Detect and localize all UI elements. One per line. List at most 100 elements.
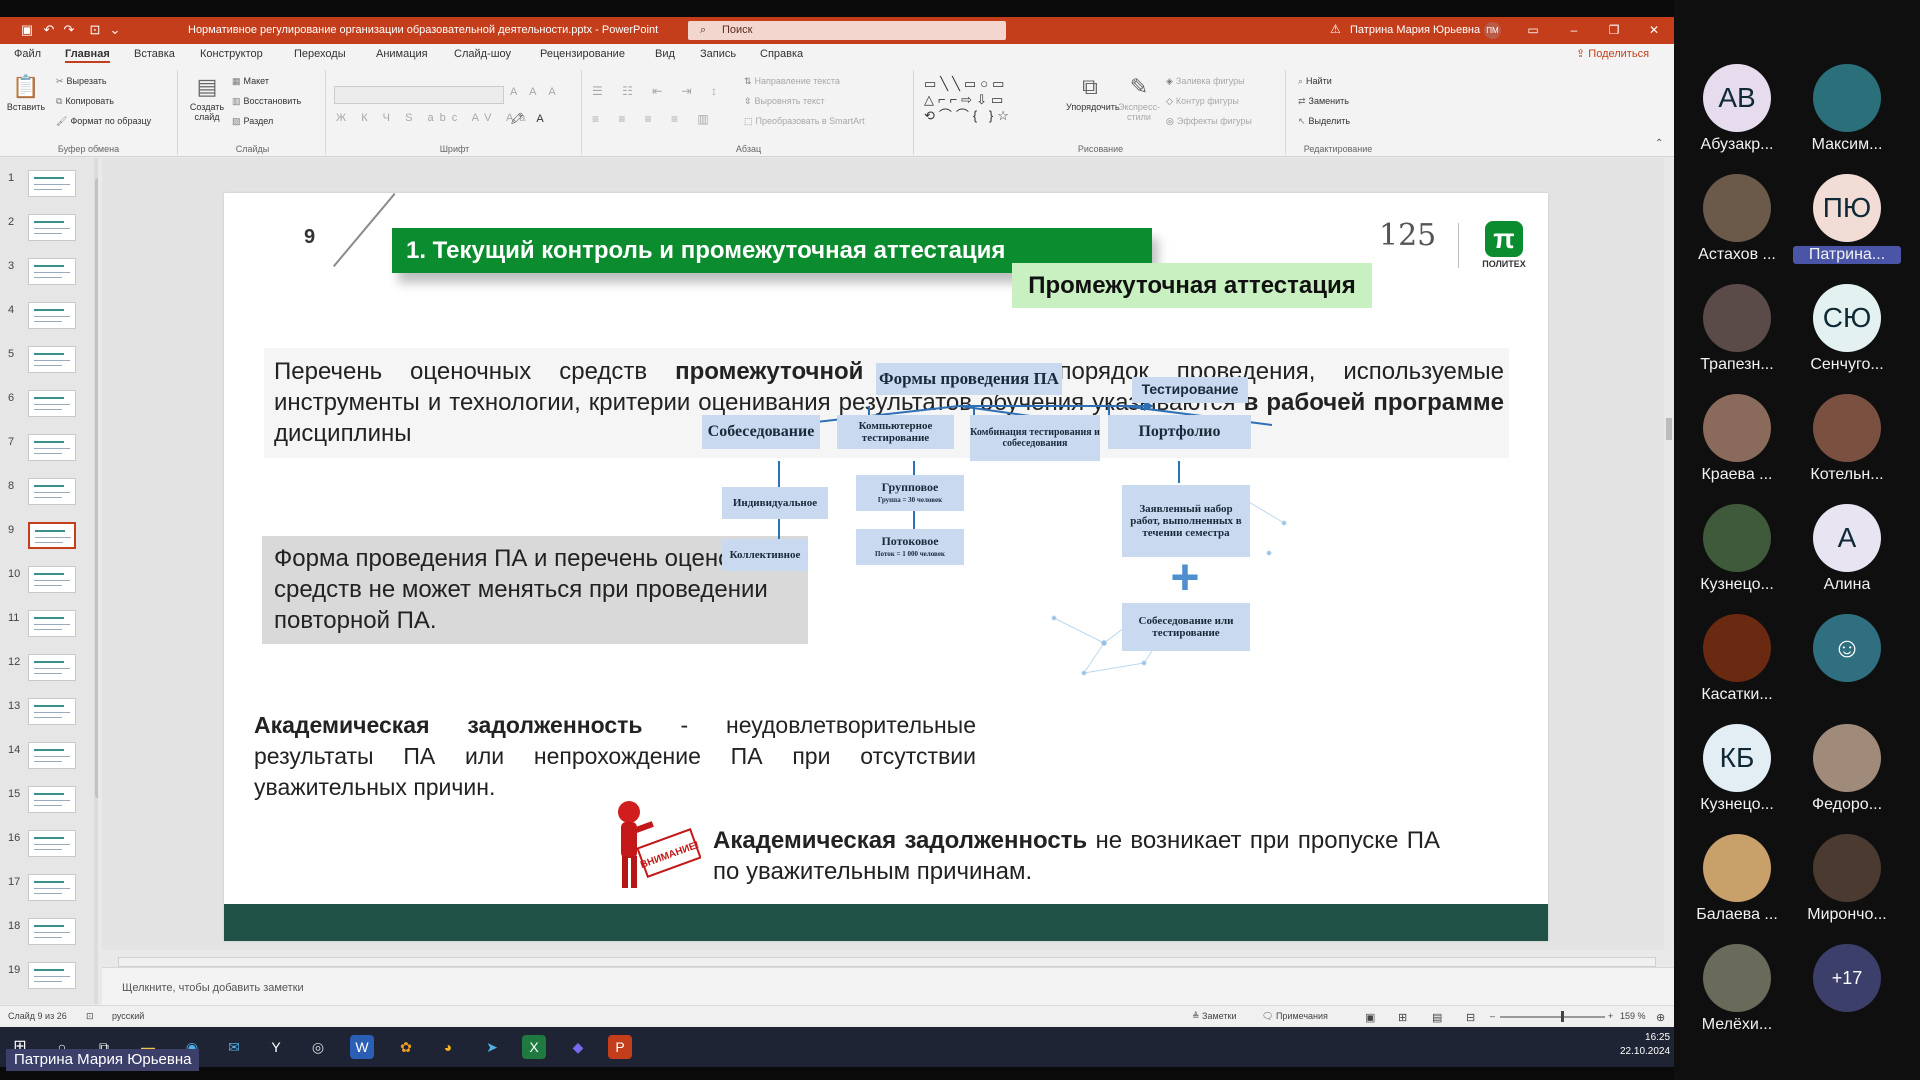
replace-button[interactable]: ⇄ Заменить xyxy=(1298,96,1349,107)
participant-tile[interactable]: ПЮ Патрина... xyxy=(1785,164,1901,274)
notes-toggle[interactable]: ≜ Заметки xyxy=(1192,1011,1236,1022)
participant-tile[interactable]: СЮ Сенчуго... xyxy=(1785,274,1895,384)
excel-icon[interactable]: X xyxy=(522,1035,546,1059)
thumbnail-scrollbar[interactable] xyxy=(94,158,98,1004)
slideshow-view-icon[interactable]: ⊟ xyxy=(1466,1011,1475,1024)
minimize-icon[interactable]: – xyxy=(1564,21,1584,39)
paint-icon[interactable]: ✿ xyxy=(394,1035,418,1059)
participant-tile[interactable]: Трапезн... xyxy=(1675,274,1785,384)
participant-tile[interactable]: ☺ xyxy=(1785,604,1895,714)
slide-thumbnail[interactable] xyxy=(28,434,76,461)
paragraph-no-debt[interactable]: Академическая задолженность не возникает… xyxy=(713,825,1440,887)
participant-tile[interactable]: +17 xyxy=(1785,934,1895,1044)
yandex-icon[interactable]: Y xyxy=(264,1035,288,1059)
copy-button[interactable]: ⧉ Копировать xyxy=(56,96,114,107)
paste-button[interactable]: 📋 Вставить xyxy=(6,74,46,112)
participant-tile[interactable]: АВ Абузакр... xyxy=(1675,54,1785,164)
slide-thumbnail[interactable] xyxy=(28,962,76,989)
tab-slideshow[interactable]: Слайд-шоу xyxy=(454,48,511,60)
present-icon[interactable]: ⊡ xyxy=(88,23,102,37)
slide-thumbnail[interactable] xyxy=(28,346,76,373)
participant-tile[interactable]: Астахов ... xyxy=(1675,164,1785,274)
warning-icon[interactable]: ⚠ xyxy=(1330,22,1341,36)
slide-thumbnail[interactable] xyxy=(28,258,76,285)
undo-icon[interactable]: ↶ xyxy=(42,23,56,37)
thumbnail-scroll-thumb[interactable] xyxy=(95,178,98,798)
slide-thumbnail[interactable] xyxy=(28,478,76,505)
fit-slide-icon[interactable]: ⊕ xyxy=(1656,1011,1665,1024)
list-buttons[interactable]: ☰ ☷ ⇤ ⇥ ↕ xyxy=(592,84,725,98)
search-input[interactable]: ⌕ Поиск xyxy=(688,21,1006,40)
shape-effects-button[interactable]: ◎ Эффекты фигуры xyxy=(1166,116,1252,127)
save-icon[interactable]: ▣ xyxy=(20,23,34,37)
collapse-ribbon-icon[interactable]: ⌃ xyxy=(1655,138,1663,149)
slide-thumbnail[interactable] xyxy=(28,214,76,241)
font-style-buttons[interactable]: Ж К Ч S abc AV Aa xyxy=(336,112,531,124)
slide-thumbnail[interactable] xyxy=(28,918,76,945)
app-icon[interactable]: ◎ xyxy=(306,1035,330,1059)
tab-file[interactable]: Файл xyxy=(14,48,41,60)
participant-tile[interactable]: Краева ... xyxy=(1675,384,1785,494)
smartart-button[interactable]: ⬚ Преобразовать в SmartArt xyxy=(744,116,865,127)
align-buttons[interactable]: ≡ ≡ ≡ ≡ ▥ xyxy=(592,112,717,126)
slide-canvas[interactable]: 9 1. Текущий контроль и промежуточная ат… xyxy=(224,193,1548,941)
zoom-level[interactable]: 159 % xyxy=(1620,1011,1646,1021)
participant-tile[interactable]: Кузнецо... xyxy=(1675,494,1785,604)
layout-button[interactable]: ▦ Макет xyxy=(232,76,269,87)
zoom-slider-thumb[interactable] xyxy=(1561,1011,1564,1022)
participant-tile[interactable]: Федоро... xyxy=(1785,714,1895,824)
participant-tile[interactable]: Касатки... xyxy=(1675,604,1785,714)
zoom-out-icon[interactable]: – xyxy=(1490,1011,1495,1021)
slide-thumbnail[interactable] xyxy=(28,566,76,593)
slide-thumbnail[interactable] xyxy=(28,874,76,901)
horizontal-scrollbar[interactable] xyxy=(118,957,1656,967)
comments-toggle[interactable]: 🗨 Примечания xyxy=(1262,1011,1328,1022)
vertical-scroll-thumb[interactable] xyxy=(1666,418,1672,440)
ribbon-display-icon[interactable]: ▭ xyxy=(1523,21,1543,39)
participant-tile[interactable]: А Алина xyxy=(1785,494,1895,604)
reset-button[interactable]: ▥ Восстановить xyxy=(232,96,301,107)
share-button[interactable]: ⇪ Поделиться xyxy=(1576,47,1649,60)
notes-pane[interactable]: Щелкните, чтобы добавить заметки xyxy=(102,967,1674,1005)
zoom-in-icon[interactable]: + xyxy=(1608,1011,1613,1021)
participant-tile[interactable]: КБ Кузнецо... xyxy=(1675,714,1785,824)
participant-tile[interactable]: Мелёхи... xyxy=(1675,934,1785,1044)
vertical-scrollbar[interactable] xyxy=(1664,158,1674,950)
tab-home[interactable]: Главная xyxy=(65,48,110,63)
participant-tile[interactable]: Балаева ... xyxy=(1675,824,1785,934)
slide-thumbnail[interactable] xyxy=(28,170,76,197)
participant-tile[interactable]: Максим... xyxy=(1785,54,1895,164)
slide-thumbnail[interactable] xyxy=(28,698,76,725)
text-direction-button[interactable]: ⇅ Направление текста xyxy=(744,76,840,87)
find-button[interactable]: ⌕ Найти xyxy=(1298,76,1332,87)
tab-animations[interactable]: Анимация xyxy=(376,48,428,60)
sorter-view-icon[interactable]: ⊞ xyxy=(1398,1011,1407,1024)
normal-view-icon[interactable]: ▣ xyxy=(1365,1011,1375,1024)
zoom-slider[interactable] xyxy=(1500,1016,1605,1018)
select-button[interactable]: ↖ Выделить xyxy=(1298,116,1350,127)
quick-styles-button[interactable]: ✎ Экспресс-стили xyxy=(1116,74,1162,122)
redo-icon[interactable]: ↷ xyxy=(62,23,76,37)
restore-icon[interactable]: ❐ xyxy=(1604,21,1624,39)
slide-thumbnail[interactable] xyxy=(28,302,76,329)
slide-thumbnail[interactable] xyxy=(28,610,76,637)
align-text-button[interactable]: ⇳ Выровнять текст xyxy=(744,96,825,107)
tab-insert[interactable]: Вставка xyxy=(134,48,175,60)
paragraph-academic-debt[interactable]: Академическая задолженность - неудовлетв… xyxy=(254,710,976,803)
telegram-icon[interactable]: ➤ xyxy=(480,1035,504,1059)
font-color-buttons[interactable]: 🖍 A xyxy=(510,112,549,125)
slide-thumbnail[interactable] xyxy=(28,654,76,681)
shape-fill-button[interactable]: ◈ Заливка фигуры xyxy=(1166,76,1245,87)
slide-thumbnail[interactable] xyxy=(28,830,76,857)
slide-thumbnail[interactable] xyxy=(28,742,76,769)
tab-design[interactable]: Конструктор xyxy=(200,48,263,60)
reading-view-icon[interactable]: ▤ xyxy=(1432,1011,1442,1024)
new-slide-button[interactable]: ▤ Создать слайд xyxy=(186,74,228,122)
tab-review[interactable]: Рецензирование xyxy=(540,48,625,60)
teams-icon[interactable]: ◆ xyxy=(566,1035,590,1059)
tab-record[interactable]: Запись xyxy=(700,48,736,60)
tab-help[interactable]: Справка xyxy=(760,48,803,60)
shape-gallery[interactable]: ▭╲╲▭○▭ △⌐⌐⇨⇩▭ ⟲⌒⌒{ }☆ xyxy=(924,76,1034,124)
shape-outline-button[interactable]: ◇ Контур фигуры xyxy=(1166,96,1239,107)
close-icon[interactable]: ✕ xyxy=(1644,21,1664,39)
